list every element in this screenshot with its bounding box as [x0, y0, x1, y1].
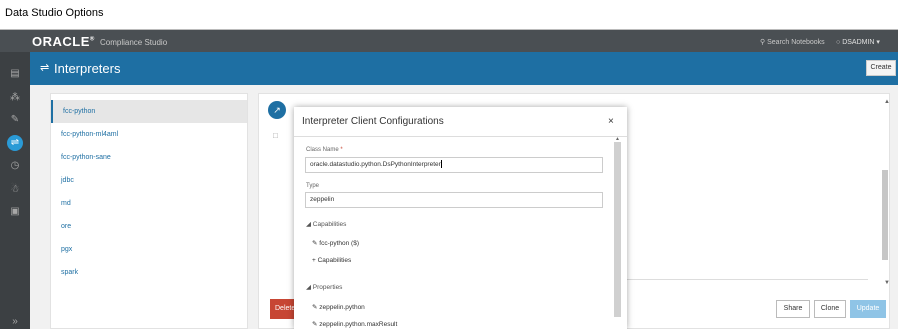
class-name-field[interactable]: oracle.datastudio.python.DsPythonInterpr… [305, 157, 603, 173]
list-item-spark[interactable]: spark [51, 261, 247, 284]
add-capabilities-button[interactable]: + Capabilities [312, 257, 351, 264]
user-menu[interactable]: ○ DSADMIN ▾ [836, 38, 880, 46]
class-name-label: Class Name * [306, 147, 343, 153]
pencil-icon: ✎ [312, 321, 318, 328]
clock-icon[interactable]: ◷ [7, 158, 23, 174]
share-button[interactable]: Share [776, 300, 810, 318]
list-item-fcc-python-sane[interactable]: fcc-python-sane [51, 146, 247, 169]
left-nav: ▤ ⁂ ✎ ⇌ ◷ ☃ ▣ » [0, 52, 30, 329]
page-title: Interpreters [54, 61, 121, 76]
list-item-jdbc[interactable]: jdbc [51, 169, 247, 192]
divider [620, 279, 868, 280]
list-item-fcc-python[interactable]: fcc-python [51, 100, 247, 123]
pencil-icon: ✎ [312, 304, 318, 311]
page-header: ⇌ Interpreters Create [30, 52, 898, 85]
home-icon[interactable]: ▤ [7, 66, 23, 82]
type-label: Type [306, 183, 320, 189]
dialog-divider [294, 136, 627, 137]
chevron-down-icon: ▾ [876, 39, 880, 46]
type-field[interactable]: zeppelin [305, 192, 603, 208]
interpreter-list: fcc-python fcc-python-ml4aml fcc-python-… [50, 93, 248, 329]
edit-interpreter-button[interactable]: ↗ [268, 101, 286, 119]
interpreters-icon[interactable]: ⇌ [7, 135, 23, 151]
create-button[interactable]: Create [866, 60, 896, 76]
properties-section-toggle[interactable]: ◢ Properties [306, 283, 342, 291]
list-item-md[interactable]: md [51, 192, 247, 215]
pencil-icon: ✎ [312, 240, 318, 247]
list-item-pgx[interactable]: pgx [51, 238, 247, 261]
list-item-ore[interactable]: ore [51, 215, 247, 238]
clone-button[interactable]: Clone [814, 300, 846, 318]
interpreters-header-icon: ⇌ [40, 62, 50, 74]
document-icon[interactable]: □ [273, 131, 278, 140]
capabilities-section-toggle[interactable]: ◢ Capabilities [306, 220, 346, 228]
search-notebooks[interactable]: ⚲ Search Notebooks [760, 38, 825, 46]
top-bar: ORACLE® Compliance Studio ⚲ Search Noteb… [0, 30, 898, 52]
list-item-fcc-python-ml4aml[interactable]: fcc-python-ml4aml [51, 123, 247, 146]
scroll-down-icon[interactable]: ▼ [884, 280, 890, 286]
workspace-icon[interactable]: ⁂ [7, 90, 23, 106]
lock-icon[interactable]: ▣ [7, 204, 23, 220]
panel-scrollbar[interactable] [882, 170, 888, 260]
search-icon: ⚲ [760, 39, 766, 46]
dialog-scrollbar[interactable] [614, 142, 621, 317]
update-button[interactable]: Update [850, 300, 886, 318]
text-cursor [440, 160, 442, 169]
users-icon[interactable]: ☃ [7, 182, 23, 198]
window-title: Data Studio Options [5, 7, 104, 19]
pen-icon[interactable]: ✎ [7, 112, 23, 128]
required-marker: * [340, 147, 343, 153]
property-item[interactable]: ✎ zeppelin.python [312, 303, 365, 311]
client-config-dialog: Interpreter Client Configurations × ▲ Cl… [294, 107, 627, 329]
dialog-title: Interpreter Client Configurations [302, 116, 444, 127]
close-icon[interactable]: × [608, 116, 614, 127]
capability-item[interactable]: ✎ fcc-python ($) [312, 239, 359, 247]
expand-nav-icon[interactable]: » [7, 314, 23, 329]
user-icon: ○ [836, 39, 841, 46]
product-name: Compliance Studio [100, 38, 168, 47]
oracle-logo: ORACLE® [32, 34, 95, 49]
scroll-up-icon[interactable]: ▲ [884, 99, 890, 105]
window-titlebar: Data Studio Options [0, 0, 898, 30]
property-item[interactable]: ✎ zeppelin.python.maxResult [312, 320, 397, 328]
